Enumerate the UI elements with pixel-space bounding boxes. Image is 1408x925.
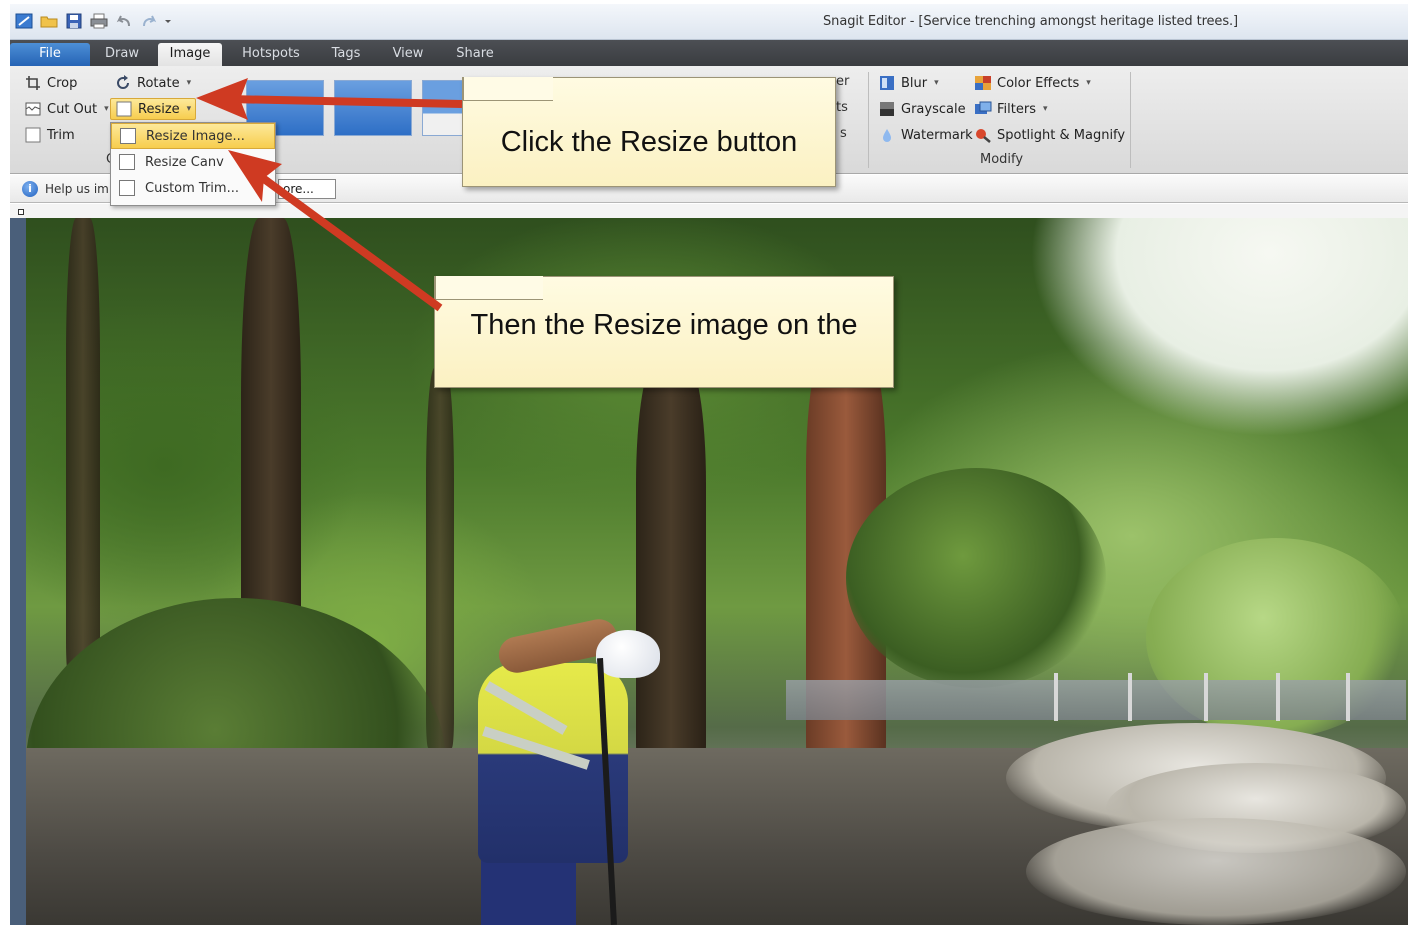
resize-icon [115, 101, 133, 117]
watermark-label: Watermark [901, 127, 973, 143]
open-folder-icon[interactable] [39, 12, 59, 30]
color-effects-button[interactable]: Color Effects ▾ [974, 72, 1091, 94]
rotate-icon [114, 75, 132, 91]
spotlight-icon [974, 127, 992, 143]
modify-group-label: Modify [980, 152, 1024, 167]
snagit-app-icon[interactable] [14, 12, 34, 30]
cut-out-button[interactable]: Cut Out ▾ [24, 98, 109, 120]
rotate-label: Rotate [137, 75, 180, 91]
fence-post [1346, 673, 1350, 721]
blur-label: Blur [901, 75, 928, 91]
quick-access-toolbar [14, 12, 172, 30]
resize-button[interactable]: Resize ▾ [110, 98, 197, 120]
worker-legs [481, 858, 576, 925]
resize-canvas-label: Resize Canv [145, 154, 224, 170]
filters-label: Filters [997, 101, 1036, 117]
title-bar: Snagit Editor - [Service trenching among… [10, 4, 1408, 40]
style-thumbnail[interactable] [334, 80, 412, 136]
border-button-partial[interactable]: er [836, 74, 849, 89]
tree-trunk [66, 218, 100, 678]
spotlight-label: Spotlight & Magnify [997, 127, 1126, 143]
callout-resize-image: Then the Resize image on the [434, 276, 894, 388]
notification-text: Help us im [45, 182, 109, 196]
callout-text: Then the Resize image on the [470, 309, 858, 341]
resize-label: Resize [138, 101, 180, 117]
resize-canvas-menu-item[interactable]: Resize Canv [111, 149, 275, 175]
tab-view[interactable]: View [382, 43, 434, 66]
save-icon[interactable] [64, 12, 84, 30]
gravel-mound [1026, 818, 1406, 925]
edges-button-partial[interactable]: s [840, 126, 847, 141]
tab-tags[interactable]: Tags [322, 43, 370, 66]
fence [786, 680, 1406, 720]
cut-out-icon [24, 101, 42, 117]
trim-label: Trim [47, 127, 75, 143]
print-icon[interactable] [89, 12, 109, 30]
learn-more-button[interactable]: ore... [278, 179, 336, 199]
canvas-ruler-strip [10, 204, 1408, 218]
spotlight-magnify-button[interactable]: Spotlight & Magnify [974, 124, 1125, 146]
canvas-handle[interactable] [18, 209, 24, 215]
custom-trim-icon [119, 180, 135, 196]
group-separator [1130, 72, 1131, 168]
resize-canvas-icon [119, 154, 135, 170]
tree-trunk [636, 358, 706, 778]
grayscale-button[interactable]: Grayscale [878, 98, 966, 120]
crop-icon [24, 75, 42, 91]
grayscale-icon [878, 101, 896, 117]
tab-image[interactable]: Image [158, 43, 222, 66]
trim-button[interactable]: Trim [24, 124, 75, 146]
custom-trim-menu-item[interactable]: Custom Trim... [111, 175, 275, 201]
group-separator [868, 72, 869, 168]
watermark-button[interactable]: Watermark [878, 124, 973, 146]
resize-image-label: Resize Image... [146, 128, 245, 144]
window-title: Snagit Editor - [Service trenching among… [823, 14, 1238, 29]
filters-dropdown-icon: ▾ [1042, 104, 1048, 114]
resize-dropdown-icon: ▾ [186, 104, 192, 114]
blur-button[interactable]: Blur ▾ [878, 72, 939, 94]
undo-icon[interactable] [114, 12, 134, 30]
filters-button[interactable]: Filters ▾ [974, 98, 1048, 120]
callout-text: Click the Resize button [500, 126, 798, 158]
effects-button-partial[interactable]: ts [836, 100, 848, 115]
tab-share[interactable]: Share [446, 43, 504, 66]
resize-image-icon [120, 128, 136, 144]
color-effects-label: Color Effects [997, 75, 1080, 91]
crop-button[interactable]: Crop [24, 72, 77, 94]
filters-icon [974, 101, 992, 117]
fence-post [1276, 673, 1280, 721]
crop-label: Crop [47, 75, 78, 91]
rotate-dropdown-icon: ▾ [186, 78, 192, 88]
cut-out-label: Cut Out [47, 101, 98, 117]
color-effects-dropdown-icon: ▾ [1086, 78, 1091, 88]
watermark-icon [878, 127, 896, 143]
tree-foliage [846, 468, 1106, 688]
tab-draw[interactable]: Draw [92, 43, 152, 66]
blur-icon [878, 75, 896, 91]
resize-image-menu-item[interactable]: Resize Image... [111, 123, 275, 149]
callout-click-resize: Click the Resize button [462, 77, 836, 187]
tab-file[interactable]: File [10, 43, 90, 66]
grayscale-label: Grayscale [901, 101, 966, 117]
fence-post [1054, 673, 1058, 721]
redo-icon[interactable] [139, 12, 159, 30]
info-icon: i [22, 181, 38, 197]
tree-trunk [426, 368, 454, 748]
fence-post [1128, 673, 1132, 721]
blur-dropdown-icon: ▾ [934, 78, 939, 88]
tab-hotspots[interactable]: Hotspots [232, 43, 310, 66]
color-effects-icon [974, 75, 992, 91]
worker-helmet [596, 630, 660, 678]
fence-post [1204, 673, 1208, 721]
callout-fold [463, 77, 553, 101]
customize-toolbar-chevron-icon[interactable] [164, 12, 172, 30]
rotate-button[interactable]: Rotate ▾ [114, 72, 191, 94]
trim-icon [24, 127, 42, 143]
resize-dropdown-menu: Resize Image... Resize Canv Custom Trim.… [110, 122, 276, 206]
custom-trim-label: Custom Trim... [145, 180, 239, 196]
ribbon-tab-bar: File Draw Image Hotspots Tags View Share [10, 40, 1408, 66]
cut-out-dropdown-icon: ▾ [104, 104, 109, 114]
callout-fold [435, 276, 543, 300]
